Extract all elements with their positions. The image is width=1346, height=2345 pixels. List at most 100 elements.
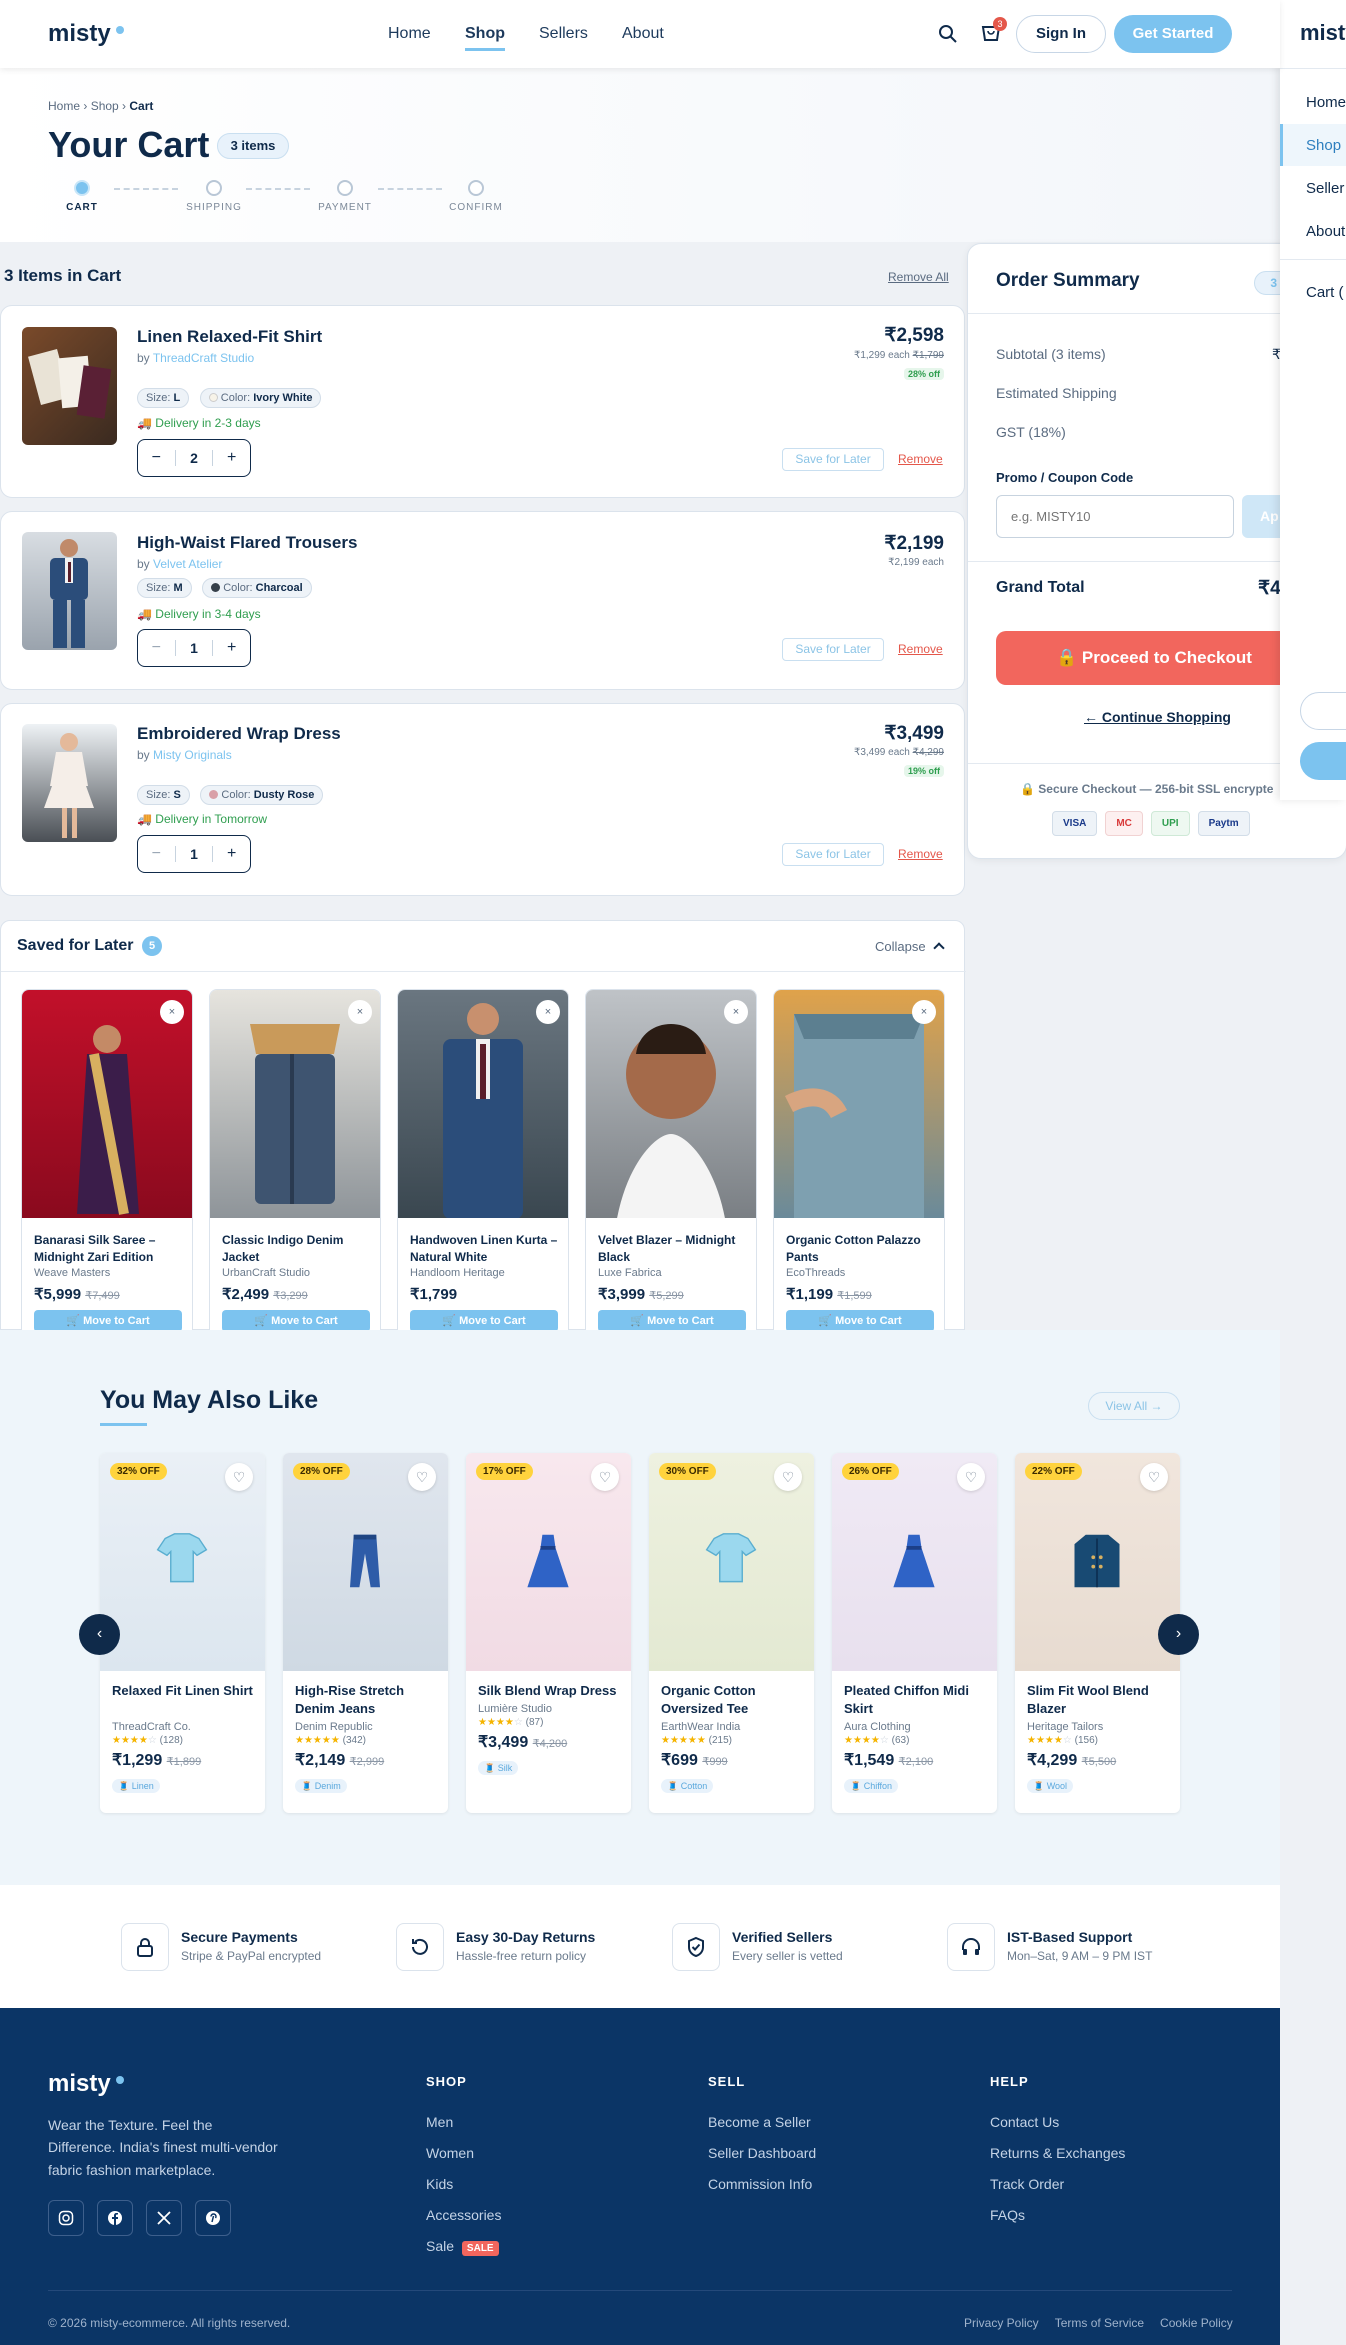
sign-in-button[interactable]: Sign In — [1016, 15, 1106, 53]
breadcrumb-home[interactable]: Home — [48, 99, 80, 113]
footer-logo[interactable]: misty — [48, 2070, 124, 2098]
drawer-link-shop[interactable]: Shop — [1306, 137, 1341, 154]
move-to-cart-button[interactable]: 🛒 Move to Cart — [786, 1310, 934, 1331]
carousel-next-button[interactable]: › — [1158, 1614, 1199, 1655]
increase-button[interactable]: + — [213, 449, 250, 467]
search-icon[interactable] — [938, 24, 958, 49]
saved-item-image[interactable] — [774, 990, 944, 1224]
x-twitter-icon[interactable] — [146, 2200, 182, 2236]
remove-button[interactable]: Remove — [898, 642, 943, 656]
drawer-link-home[interactable]: Home — [1306, 94, 1346, 111]
drawer-link-cart[interactable]: Cart ( — [1306, 284, 1344, 301]
product-image[interactable] — [22, 327, 117, 445]
saved-item-title[interactable]: Velvet Blazer – Midnight Black — [598, 1232, 748, 1266]
item-title[interactable]: Linen Relaxed-Fit Shirt — [137, 327, 322, 347]
delivery-estimate: 🚚 Delivery in Tomorrow — [137, 812, 268, 826]
product-card[interactable]: 26% OFF ♡ Pleated Chiffon Midi Skirt Aur… — [832, 1453, 997, 1813]
saved-item-title[interactable]: Organic Cotton Palazzo Pants — [786, 1232, 936, 1266]
saved-item-title[interactable]: Handwoven Linen Kurta – Natural White — [410, 1232, 560, 1266]
saved-item-title[interactable]: Banarasi Silk Saree – Midnight Zari Edit… — [34, 1232, 184, 1266]
remove-saved-icon[interactable]: × — [160, 1000, 184, 1024]
delivery-estimate: 🚚 Delivery in 2-3 days — [137, 416, 261, 430]
item-title[interactable]: High-Waist Flared Trousers — [137, 533, 357, 553]
continue-shopping-link[interactable]: ← Continue Shopping — [1084, 709, 1231, 725]
saved-item-image[interactable] — [210, 990, 380, 1218]
privacy-policy-link[interactable]: Privacy Policy — [964, 2316, 1039, 2330]
get-started-button[interactable]: Get Started — [1114, 15, 1232, 53]
footer-link[interactable]: Returns & Exchanges — [990, 2145, 1125, 2161]
drawer-get-started-button[interactable] — [1300, 742, 1346, 780]
footer-link[interactable]: FAQs — [990, 2207, 1025, 2223]
save-for-later-button[interactable]: Save for Later — [782, 638, 884, 661]
saved-item-image[interactable] — [398, 990, 568, 1219]
save-for-later-button[interactable]: Save for Later — [782, 448, 884, 471]
footer-link[interactable]: Become a Seller — [708, 2114, 811, 2130]
collapse-button[interactable]: Collapse — [875, 939, 945, 954]
quantity-value[interactable]: 1 — [174, 640, 214, 656]
product-card[interactable]: 32% OFF ♡ Relaxed Fit Linen Shirt Thread… — [100, 1453, 265, 1813]
seller-link[interactable]: Velvet Atelier — [153, 557, 222, 571]
footer-link[interactable]: Men — [426, 2114, 453, 2130]
move-to-cart-button[interactable]: 🛒 Move to Cart — [410, 1310, 558, 1331]
drawer-link-about[interactable]: About — [1306, 223, 1345, 240]
copyright: © 2026 misty-ecommerce. All rights reser… — [48, 2316, 291, 2330]
quantity-value[interactable]: 1 — [174, 846, 214, 862]
remove-button[interactable]: Remove — [898, 847, 943, 861]
breadcrumb-shop[interactable]: Shop — [91, 99, 119, 113]
footer-link[interactable]: Seller Dashboard — [708, 2145, 816, 2161]
remove-button[interactable]: Remove — [898, 452, 943, 466]
proceed-to-checkout-button[interactable]: 🔒 Proceed to Checkout — [996, 631, 1326, 685]
promo-code-input[interactable] — [996, 495, 1234, 538]
remove-saved-icon[interactable]: × — [724, 1000, 748, 1024]
increase-button[interactable]: + — [213, 845, 250, 863]
product-card[interactable]: 28% OFF ♡ High-Rise Stretch Denim Jeans … — [283, 1453, 448, 1813]
drawer-sign-in-button[interactable] — [1300, 692, 1346, 730]
item-title[interactable]: Embroidered Wrap Dress — [137, 724, 341, 744]
product-card[interactable]: 17% OFF ♡ Silk Blend Wrap Dress Lumière … — [466, 1453, 631, 1813]
saved-item-title[interactable]: Classic Indigo Denim Jacket — [222, 1232, 372, 1266]
drawer-link-sellers[interactable]: Seller — [1306, 180, 1344, 197]
remove-all-link[interactable]: Remove All — [888, 270, 949, 284]
remove-saved-icon[interactable]: × — [912, 1000, 936, 1024]
seller-link[interactable]: ThreadCraft Studio — [153, 351, 254, 365]
drawer-logo[interactable]: misty — [1300, 20, 1346, 46]
footer-link[interactable]: Contact Us — [990, 2114, 1059, 2130]
product-image[interactable] — [22, 532, 117, 650]
increase-button[interactable]: + — [213, 639, 250, 657]
decrease-button[interactable]: − — [138, 639, 175, 657]
footer-link[interactable]: Sale — [426, 2238, 454, 2254]
remove-saved-icon[interactable]: × — [348, 1000, 372, 1024]
view-all-button[interactable]: View All → — [1088, 1392, 1180, 1420]
move-to-cart-button[interactable]: 🛒 Move to Cart — [222, 1310, 370, 1331]
footer-link[interactable]: Women — [426, 2145, 474, 2161]
nav-shop[interactable]: Shop — [465, 25, 505, 51]
decrease-button[interactable]: − — [138, 449, 175, 467]
instagram-icon[interactable] — [48, 2200, 84, 2236]
terms-link[interactable]: Terms of Service — [1055, 2316, 1144, 2330]
product-card[interactable]: 30% OFF ♡ Organic Cotton Oversized Tee E… — [649, 1453, 814, 1813]
cart-icon[interactable]: 3 — [980, 17, 1007, 49]
save-for-later-button[interactable]: Save for Later — [782, 843, 884, 866]
footer-link[interactable]: Track Order — [990, 2176, 1064, 2192]
product-card[interactable]: 22% OFF ♡ Slim Fit Wool Blend Blazer Her… — [1015, 1453, 1180, 1813]
move-to-cart-button[interactable]: 🛒 Move to Cart — [34, 1310, 182, 1331]
footer-link[interactable]: Accessories — [426, 2207, 501, 2223]
remove-saved-icon[interactable]: × — [536, 1000, 560, 1024]
footer-link[interactable]: Commission Info — [708, 2176, 812, 2192]
footer-link[interactable]: Kids — [426, 2176, 453, 2192]
carousel-prev-button[interactable]: ‹ — [79, 1614, 120, 1655]
brand-logo[interactable]: misty — [48, 20, 124, 48]
saved-item-image[interactable] — [22, 990, 192, 1218]
nav-about[interactable]: About — [622, 25, 664, 43]
decrease-button[interactable]: − — [138, 845, 175, 863]
nav-home[interactable]: Home — [388, 25, 431, 43]
move-to-cart-button[interactable]: 🛒 Move to Cart — [598, 1310, 746, 1331]
facebook-icon[interactable] — [97, 2200, 133, 2236]
saved-item-image[interactable] — [586, 990, 756, 1224]
cookie-policy-link[interactable]: Cookie Policy — [1160, 2316, 1233, 2330]
quantity-value[interactable]: 2 — [174, 450, 214, 466]
nav-sellers[interactable]: Sellers — [539, 25, 588, 43]
seller-link[interactable]: Misty Originals — [153, 748, 232, 762]
product-image[interactable] — [22, 724, 117, 842]
pinterest-icon[interactable] — [195, 2200, 231, 2236]
